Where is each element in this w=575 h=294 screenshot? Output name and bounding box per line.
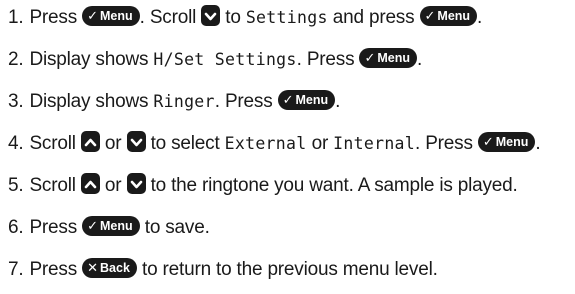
step-text: Press xyxy=(29,259,83,280)
step-item: 3. Display shows Ringer. Press ✓ Menu. xyxy=(8,88,340,116)
key-label: Menu xyxy=(100,218,133,233)
key-label: Menu xyxy=(495,134,529,149)
step-text: to select xyxy=(145,133,225,154)
step-text: Scroll xyxy=(29,175,81,196)
scroll-down-icon xyxy=(126,173,146,195)
step-text: Scroll xyxy=(29,133,81,154)
step-number: 2. xyxy=(8,49,24,70)
key-label: Menu xyxy=(437,8,471,23)
menu-key: ✓ Menu xyxy=(477,131,536,152)
step-number: 5. xyxy=(8,175,24,196)
display-text: Internal xyxy=(333,134,416,153)
step-number: 4. xyxy=(8,133,24,154)
check-icon: ✓ xyxy=(424,7,436,23)
menu-key: ✓ Menu xyxy=(419,5,478,26)
check-icon: ✓ xyxy=(282,91,294,107)
scroll-up-icon xyxy=(80,131,100,153)
step-number: 6. xyxy=(8,217,24,238)
scroll-down-icon xyxy=(201,5,221,27)
step-item: 1. Press ✓ Menu. Scroll to Settings and pr… xyxy=(8,4,482,32)
step-text: or xyxy=(306,133,334,154)
step-number: 1. xyxy=(8,7,24,28)
menu-key: ✓ Menu xyxy=(277,89,336,110)
step-number: 3. xyxy=(8,91,24,112)
step-text: Display shows xyxy=(29,91,154,112)
key-label: Back xyxy=(100,260,130,275)
step-text: . Press xyxy=(214,91,278,112)
step-text: . xyxy=(335,91,341,112)
menu-key: ✓ Menu xyxy=(82,5,140,26)
display-text: Settings xyxy=(245,8,328,27)
step-text: . Press xyxy=(296,49,360,70)
step-item: 2. Display shows H/Set Settings. Press ✓ M… xyxy=(8,46,422,74)
check-icon: ✓ xyxy=(482,133,494,149)
step-item: 4. Scroll or to select External or Intern… xyxy=(8,130,541,158)
display-text: External xyxy=(224,134,307,153)
key-label: Menu xyxy=(295,92,329,107)
close-icon: ✕ xyxy=(87,259,99,275)
check-icon: ✓ xyxy=(364,49,376,65)
step-text: to the ringtone you want. A sample is pl… xyxy=(145,175,518,196)
menu-key: ✓ Menu xyxy=(359,47,418,68)
step-item: 7. Press ✕ Back to return to the previous … xyxy=(8,256,438,284)
step-text: or xyxy=(99,133,127,154)
scroll-down-icon xyxy=(126,131,146,153)
check-icon: ✓ xyxy=(87,7,99,23)
back-key: ✕ Back xyxy=(82,257,137,278)
key-label: Menu xyxy=(377,50,411,65)
step-text: and press xyxy=(327,7,420,28)
step-text: to xyxy=(220,7,246,28)
step-number: 7. xyxy=(8,259,24,280)
step-text: Press xyxy=(29,7,83,28)
display-text: Ringer xyxy=(153,92,215,111)
step-item: 6. Press ✓ Menu to save. xyxy=(8,214,210,242)
step-text: . xyxy=(477,7,483,28)
step-text: . xyxy=(417,49,423,70)
display-text: H/Set Settings xyxy=(153,50,297,69)
step-text: . Scroll xyxy=(139,7,202,28)
scroll-up-icon xyxy=(80,173,100,195)
step-text: . Press xyxy=(415,133,478,154)
key-label: Menu xyxy=(100,8,133,23)
step-text: Display shows xyxy=(29,49,154,70)
step-text: or xyxy=(99,175,127,196)
step-text: Press xyxy=(29,217,83,238)
step-text: to save. xyxy=(139,217,210,238)
step-text: . xyxy=(535,133,541,154)
step-item: 5. Scroll or to the ringtone you want. A … xyxy=(8,172,518,200)
check-icon: ✓ xyxy=(87,217,99,233)
step-text: to return to the previous menu level. xyxy=(136,259,438,280)
menu-key: ✓ Menu xyxy=(82,215,140,236)
